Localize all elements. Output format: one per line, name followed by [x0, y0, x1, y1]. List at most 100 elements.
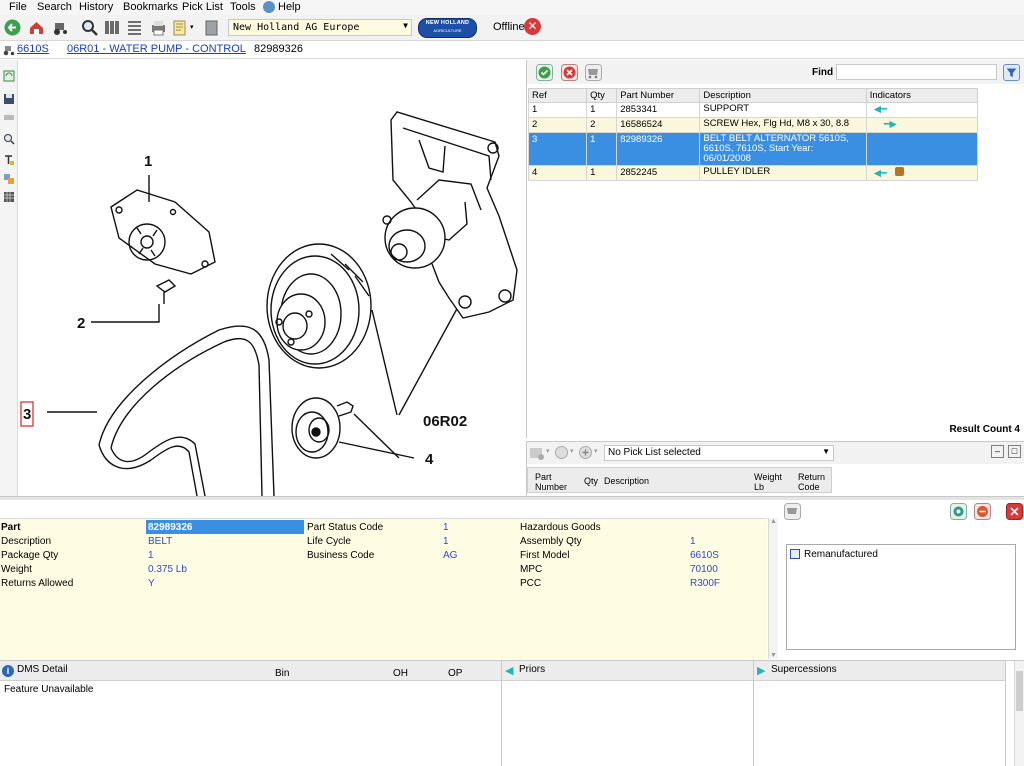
add-icon[interactable]	[578, 445, 593, 460]
minimize-button[interactable]: –	[991, 445, 1004, 458]
priors-title: Priors	[519, 664, 546, 675]
row-ref: 4	[527, 165, 588, 181]
table-row[interactable]: 2 2 16586524 SCREW Hex, Flg Hd, M8 x 30,…	[527, 117, 979, 133]
cover-plate-drawing	[110, 189, 216, 275]
region-select[interactable]: New Holland AG Europe ▼	[228, 19, 412, 36]
menu-history[interactable]: History	[79, 1, 113, 13]
no-entry-icon[interactable]	[974, 503, 991, 520]
row-indicators: ◀━	[865, 165, 979, 181]
back-arrow-icon[interactable]	[4, 19, 21, 36]
idler-pulley-drawing	[291, 397, 354, 459]
column-part-number[interactable]: Part Number	[535, 472, 571, 492]
chevron-down-icon[interactable]: ▾	[570, 447, 574, 455]
close-icon[interactable]	[1006, 503, 1023, 520]
zoom-icon[interactable]	[3, 133, 15, 145]
column-weight[interactable]: Weight Lb	[754, 472, 788, 492]
find-input[interactable]	[836, 64, 997, 80]
breadcrumb-section-link[interactable]: 06R01 - WATER PUMP - CONTROL	[67, 43, 246, 55]
row-ref: 3	[527, 132, 588, 166]
layers-icon[interactable]	[3, 173, 15, 185]
refresh-icon[interactable]	[3, 70, 15, 82]
grid-icon[interactable]	[3, 191, 15, 203]
detail-scrollbar[interactable]: ▲ ▼	[768, 518, 778, 659]
check-icon[interactable]	[536, 64, 553, 81]
column-description[interactable]: Description	[699, 88, 867, 103]
column-part-number[interactable]: Part Number	[616, 88, 701, 103]
list-icon[interactable]	[126, 19, 143, 36]
callout-3[interactable]: 3	[23, 406, 31, 423]
menu-help[interactable]: Help	[278, 1, 301, 13]
column-indicators[interactable]: Indicators	[865, 88, 979, 103]
part-detail-grid: Part 82989326 Description BELT Package Q…	[0, 518, 767, 659]
print-icon[interactable]	[150, 19, 167, 36]
history-icon[interactable]	[554, 445, 569, 460]
callout-4[interactable]: 4	[425, 451, 434, 468]
exploded-parts-diagram[interactable]: 1 2 3 4 06R02	[19, 60, 522, 496]
parts-table: Ref Qty Part Number Description Indicato…	[527, 88, 979, 181]
detail-label-first-model: First Model	[520, 550, 570, 561]
supersession-arrow-icon: ▶	[757, 665, 766, 677]
column-description[interactable]: Description	[604, 476, 649, 486]
row-part-number: 82989326	[616, 132, 701, 166]
table-row[interactable]: 4 1 2852245 PULLEY IDLER ◀━	[527, 165, 979, 181]
print-icon[interactable]	[3, 111, 15, 123]
kit-icon[interactable]	[895, 167, 905, 176]
column-oh[interactable]: OH	[393, 668, 408, 679]
detail-value-business-code: AG	[443, 550, 458, 561]
priors-panel: ◀ Priors	[502, 661, 754, 766]
remanufactured-label: Remanufactured	[804, 549, 878, 560]
new-holland-logo: NEW HOLLAND AGRICULTURE	[418, 18, 477, 38]
chevron-down-icon[interactable]: ▾	[190, 23, 194, 31]
column-bin[interactable]: Bin	[275, 668, 289, 679]
column-qty[interactable]: Qty	[586, 88, 618, 103]
menu-tools[interactable]: Tools	[230, 1, 256, 13]
bottom-scrollbar[interactable]	[1014, 661, 1024, 766]
cancel-icon[interactable]	[561, 64, 578, 81]
cart-icon[interactable]	[784, 503, 801, 520]
scrollbar-thumb[interactable]	[1016, 671, 1023, 711]
menu-bookmarks[interactable]: Bookmarks	[123, 1, 178, 13]
prior-arrow-icon[interactable]: ◀━	[874, 168, 887, 179]
column-return-code[interactable]: Return Code	[798, 472, 832, 492]
column-op[interactable]: OP	[448, 668, 462, 679]
detail-value-part: 82989326	[148, 522, 193, 533]
breadcrumb-model-link[interactable]: 6610S	[17, 43, 49, 55]
breadcrumb-part: 82989326	[254, 43, 303, 55]
reference-label[interactable]: 06R02	[423, 413, 467, 430]
menu-file[interactable]: File	[9, 1, 27, 13]
scroll-up-icon[interactable]: ▲	[770, 518, 777, 525]
menu-pick-list[interactable]: Pick List	[182, 1, 223, 13]
callout-1[interactable]: 1	[144, 153, 152, 170]
column-ref[interactable]: Ref	[527, 88, 588, 103]
menu-search[interactable]: Search	[37, 1, 72, 13]
pick-list-panel: ▾ ▾ ▾ No Pick List selected ▼ – □ Part N…	[526, 441, 1024, 496]
detail-value-life-cycle: 1	[443, 536, 449, 547]
filter-icon[interactable]	[1003, 64, 1020, 81]
barcode-icon[interactable]	[104, 19, 121, 36]
text-tool-icon[interactable]	[3, 154, 15, 166]
pick-list-add-icon[interactable]	[529, 445, 545, 461]
table-row[interactable]: 1 1 2853341 SUPPORT ◀━	[527, 102, 979, 118]
add-to-cart-icon[interactable]	[585, 64, 602, 81]
prior-arrow-icon[interactable]: ◀━	[874, 104, 887, 115]
home-icon[interactable]	[28, 19, 45, 36]
notes-icon[interactable]	[172, 19, 189, 36]
close-circle-icon[interactable]: ✕	[524, 18, 541, 35]
chevron-down-icon[interactable]: ▾	[594, 447, 598, 455]
row-qty: 1	[586, 165, 618, 181]
supersession-arrow-icon[interactable]: ━▶	[884, 119, 897, 130]
detail-label-pcc: PCC	[520, 578, 542, 589]
column-qty[interactable]: Qty	[584, 476, 598, 486]
callout-2[interactable]: 2	[77, 315, 85, 332]
table-row-selected[interactable]: 3 1 82989326 BELT BELT ALTERNATOR 5610S,…	[527, 132, 979, 166]
search-icon[interactable]	[81, 19, 98, 36]
save-icon[interactable]	[3, 93, 15, 105]
tractor-icon[interactable]	[52, 19, 69, 36]
scroll-down-icon[interactable]: ▼	[770, 652, 777, 659]
pick-list-table-header: Part Number Qty Description Weight Lb Re…	[527, 467, 832, 493]
pick-list-select[interactable]: No Pick List selected ▼	[604, 445, 834, 461]
book-icon[interactable]	[203, 19, 220, 36]
settings-gear-icon[interactable]	[950, 503, 967, 520]
chevron-down-icon[interactable]: ▾	[546, 447, 550, 455]
maximize-button[interactable]: □	[1008, 445, 1021, 458]
